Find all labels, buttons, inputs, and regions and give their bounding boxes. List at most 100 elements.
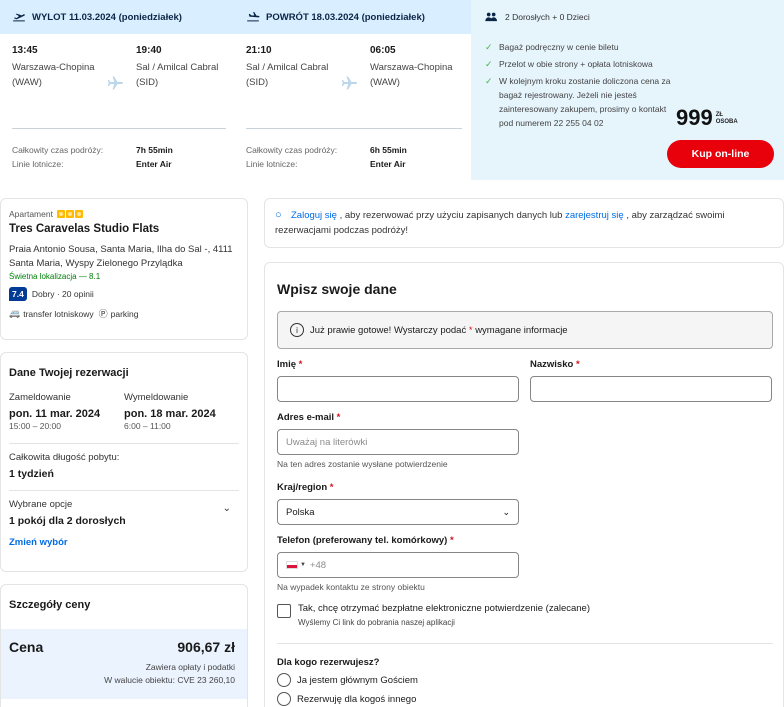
form-title: Wpisz swoje dane (277, 281, 397, 297)
hotel-name: Tres Caravelas Studio Flats (9, 223, 160, 235)
radio-main-guest[interactable]: Ja jestem głównym Gościem (277, 673, 418, 687)
price-label: Cena (9, 639, 44, 655)
required-mark: * (298, 359, 303, 370)
phone-input[interactable]: ▼ +48 (277, 552, 519, 578)
outbound-header: WYLOT 11.03.2024 (poniedziałek) (0, 0, 234, 34)
price-amount: 906,67 zł (177, 639, 235, 655)
outbound-stats: Całkowity czas podróży: 7h 55min Linie lo… (12, 143, 173, 171)
outbound-leg: WYLOT 11.03.2024 (poniedziałek) 13:45 Wa… (0, 0, 234, 180)
country-select[interactable]: Polska ⌄ (277, 499, 519, 525)
user-icon: ○ (275, 209, 282, 221)
signin-banner: ○ Zaloguj się , aby rezerwować przy użyci… (264, 198, 784, 248)
chevron-down-icon[interactable]: ⌄ (223, 503, 231, 514)
return-departure: 21:10 Sal / Amilcal Cabral (SID) (246, 45, 346, 90)
chevron-down-icon: ⌄ (502, 506, 510, 517)
plane-icon (107, 76, 123, 90)
first-name-label-text: Imię (277, 359, 297, 370)
guest-details-form: Wpisz swoje dane i Już prawie gotowe! Wy… (264, 262, 784, 707)
phone-prefix: +48 (309, 559, 327, 571)
email-label-text: Adres e-mail (277, 412, 335, 423)
booking-details-card: Dane Twojej rezerwacji Zameldowanie pon.… (0, 352, 248, 572)
arrival-airport: Sal / Amilcal Cabral (136, 62, 219, 73)
departure-code: (WAW) (12, 77, 42, 88)
parking-icon: Ⓟ (98, 309, 108, 319)
return-header-text: POWRÓT 18.03.2024 (poniedziałek) (266, 11, 425, 23)
price-details-title: Szczegóły ceny (9, 599, 91, 611)
hotel-type: Apartament (9, 209, 239, 219)
first-name-input[interactable] (277, 376, 519, 402)
radio-button[interactable] (277, 673, 291, 687)
passengers: 2 Dorosłych + 0 Dzieci (485, 12, 590, 22)
divider (246, 128, 462, 129)
departure-airport: Sal / Amilcal Cabral (246, 62, 329, 73)
checkout: Wymeldowanie pon. 18 mar. 2024 6:00 – 11… (124, 392, 239, 431)
first-name-label: Imię * (277, 359, 519, 370)
confirmation-label: Tak, chcę otrzymać bezpłatne elektronicz… (298, 603, 591, 614)
people-icon (485, 12, 497, 22)
offer-price: 999 ZŁ OSOBA (676, 106, 738, 130)
required-mark: * (336, 412, 341, 423)
selected-options[interactable]: Wybrane opcje 1 pokój dla 2 dorosłych ⌄ … (9, 491, 239, 548)
radio-button[interactable] (277, 692, 291, 706)
price-per: OSOBA (715, 119, 738, 125)
price-box: Cena 906,67 zł Zawiera opłaty i podatki … (1, 629, 247, 699)
last-name-group: Nazwisko * (530, 359, 772, 402)
signin-link[interactable]: Zaloguj się (291, 210, 337, 221)
star-icon (74, 210, 83, 218)
airline-value: Enter Air (136, 159, 172, 169)
checkout-hours: 6:00 – 11:00 (124, 421, 171, 431)
info-banner: i Już prawie gotowe! Wystarczy podać * w… (277, 311, 773, 349)
takeoff-icon (13, 13, 25, 22)
checkout-date: pon. 18 mar. 2024 (124, 408, 216, 420)
register-link[interactable]: zarejestruj się (565, 210, 624, 221)
duration-label: Całkowity czas podróży: (12, 145, 104, 155)
departure-time: 21:10 (246, 45, 272, 56)
return-arrival: 06:05 Warszawa-Chopina (WAW) (370, 45, 470, 90)
email-label: Adres e-mail * (277, 412, 519, 423)
star-icon (65, 210, 74, 218)
price-details-card: Szczegóły ceny Cena 906,67 zł Zawiera op… (0, 584, 248, 707)
price-note-currency: W walucie obiektu: CVE 23 260,10 (104, 675, 235, 685)
checkout-label: Wymeldowanie (124, 392, 189, 403)
airline-label: Linie lotnicze: (246, 159, 298, 169)
star-rating (56, 210, 84, 218)
landing-icon (247, 12, 260, 22)
hotel-card: Apartament Tres Caravelas Studio Flats P… (0, 198, 248, 340)
checkin: Zameldowanie pon. 11 mar. 2024 15:00 – 2… (9, 392, 124, 431)
info-text: Już prawie gotowe! Wystarczy podać (310, 324, 467, 336)
phone-hint: Na wypadek kontaktu ze strony obiektu (277, 582, 425, 592)
buy-online-button[interactable]: Kup on-line (667, 140, 774, 168)
confirmation-checkbox-row[interactable]: Tak, chcę otrzymać bezpłatne elektronicz… (277, 603, 590, 627)
confirmation-checkbox[interactable] (277, 604, 291, 618)
radio-someone-else[interactable]: Rezerwuję dla kogoś innego (277, 692, 418, 706)
outbound-arrival: 19:40 Sal / Amilcal Cabral (SID) (136, 45, 236, 90)
review-score-text: Dobry · 20 opinii (31, 289, 94, 299)
outbound-header-text: WYLOT 11.03.2024 (poniedziałek) (32, 11, 182, 23)
booking-for-group: Dla kogo rezerwujesz? Ja jestem głównym … (277, 657, 418, 706)
location-score: Świetna lokalizacja — 8.1 (9, 272, 101, 281)
offer-bullets: Bagaż podręczny w cenie biletu Przelot w… (485, 40, 675, 133)
divider (12, 128, 226, 129)
passengers-text: 2 Dorosłych + 0 Dzieci (505, 12, 590, 22)
divider (277, 643, 773, 644)
required-mark: * (329, 482, 334, 493)
caret-down-icon[interactable]: ▼ (300, 562, 306, 568)
arrival-code: (WAW) (370, 77, 400, 88)
booking-for-label: Dla kogo rezerwujesz? (277, 657, 380, 668)
offer-bullet: W kolejnym kroku zostanie doliczona cena… (485, 74, 675, 130)
stay-duration: Całkowita długość pobytu: 1 tydzień (9, 444, 239, 491)
change-selection-link[interactable]: Zmień wybór (9, 537, 68, 548)
departure-time: 13:45 (12, 45, 38, 56)
poland-flag-icon[interactable] (286, 561, 298, 569)
duration-value: 6h 55min (370, 145, 407, 155)
price-currency: ZŁ (715, 112, 724, 118)
arrival-airport: Warszawa-Chopina (370, 62, 453, 73)
stay-dates: Zameldowanie pon. 11 mar. 2024 15:00 – 2… (9, 392, 239, 444)
email-input[interactable] (277, 429, 519, 455)
duration-label: Całkowity czas podróży: (246, 145, 338, 155)
options-label: Wybrane opcje (9, 499, 73, 510)
radio-someone-else-label: Rezerwuję dla kogoś innego (297, 693, 417, 705)
last-name-input[interactable] (530, 376, 772, 402)
airline-value: Enter Air (370, 159, 406, 169)
amenities: 🚐 transfer lotniskowy Ⓟ parking (9, 307, 239, 320)
